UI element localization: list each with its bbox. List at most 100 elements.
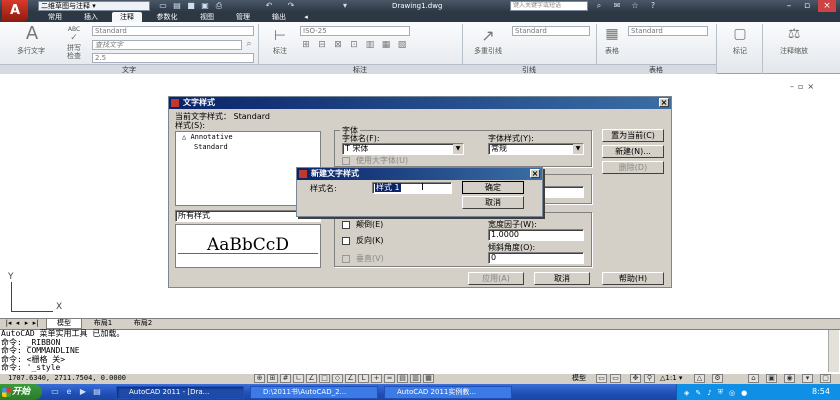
- dim-style-combo[interactable]: ISO-25: [300, 26, 410, 36]
- markup-icon[interactable]: ▢: [728, 26, 752, 42]
- osnap-icon[interactable]: □: [319, 374, 330, 383]
- subscription-icon[interactable]: ✉: [612, 1, 622, 11]
- new-style-cancel-button[interactable]: 取消: [462, 196, 524, 209]
- dim-quick-icon[interactable]: ⊟: [316, 40, 328, 50]
- grid-icon[interactable]: #: [280, 374, 291, 383]
- model-space-toggle[interactable]: 模型: [572, 374, 586, 383]
- layout-nav-arrows[interactable]: |◂ ◂ ▸ ▸|: [4, 319, 40, 328]
- ortho-icon[interactable]: ∟: [293, 374, 304, 383]
- quicklaunch-desktop-icon[interactable]: ▭: [50, 387, 60, 397]
- tray-app-icon[interactable]: ●: [741, 389, 747, 397]
- help-button[interactable]: 帮助(H): [602, 272, 664, 285]
- delete-style-button[interactable]: 删除(D): [602, 161, 664, 174]
- width-factor-input[interactable]: 1.0000: [488, 229, 584, 241]
- markup-button[interactable]: 标记: [722, 46, 758, 56]
- lineweight-icon[interactable]: ═: [384, 374, 395, 383]
- dialog-close-button[interactable]: ×: [659, 98, 669, 107]
- apply-button[interactable]: 应用(A): [468, 272, 524, 285]
- tab-layout1[interactable]: 布局1: [84, 319, 122, 329]
- sc-icon[interactable]: ▦: [423, 374, 434, 383]
- last-layout-icon[interactable]: ▸|: [31, 319, 40, 328]
- text-style-dialog-title[interactable]: 文字样式 ×: [169, 97, 671, 109]
- dim-inspect-icon[interactable]: ▥: [364, 40, 376, 50]
- minimize-button[interactable]: –: [782, 0, 796, 12]
- quick-access-more-icon[interactable]: ▾: [340, 1, 350, 11]
- hardware-acceleration-icon[interactable]: ▣: [766, 374, 777, 383]
- task-folder[interactable]: D:\2011书\AutoCAD_2...: [250, 386, 378, 399]
- ducs-icon[interactable]: L: [358, 374, 369, 383]
- dim-continue-icon[interactable]: ⊞: [300, 40, 312, 50]
- ribbon-minimize-icon[interactable]: ◂: [300, 12, 312, 22]
- tab-model[interactable]: 模型: [46, 319, 82, 329]
- dim-panel-label[interactable]: 标注: [258, 64, 462, 74]
- communication-icon[interactable]: ☆: [630, 1, 640, 11]
- set-current-button[interactable]: 置为当前(C): [602, 129, 664, 142]
- dropdown-arrow-icon[interactable]: ▼: [573, 144, 583, 154]
- new-style-close-button[interactable]: ×: [530, 169, 540, 178]
- style-item-annotative[interactable]: △ Annotative: [176, 132, 320, 142]
- annoscale-icon[interactable]: ⚖: [782, 26, 806, 42]
- annotation-scale-label[interactable]: △1:1 ▾: [660, 374, 682, 383]
- help-search-input[interactable]: 键入关键字或短语: [510, 1, 588, 11]
- tab-output[interactable]: 输出: [264, 12, 294, 22]
- dyn-icon[interactable]: +: [371, 374, 382, 383]
- dropdown-arrow-icon[interactable]: ▼: [453, 144, 463, 154]
- vertical-checkbox[interactable]: [342, 255, 350, 263]
- snap-icon[interactable]: ⊞: [267, 374, 278, 383]
- mleader-style-combo[interactable]: Standard: [512, 26, 590, 36]
- redo-icon[interactable]: ↷: [286, 1, 296, 11]
- application-menu-button[interactable]: A: [2, 0, 28, 22]
- text-height-combo[interactable]: 2.5: [92, 53, 254, 63]
- tab-home[interactable]: 常用: [40, 12, 70, 22]
- tray-sound-icon[interactable]: ♪: [707, 389, 711, 397]
- table-style-combo[interactable]: Standard: [628, 26, 708, 36]
- tab-insert[interactable]: 插入: [76, 12, 106, 22]
- next-layout-icon[interactable]: ▸: [22, 319, 31, 328]
- transparency-icon[interactable]: ▤: [397, 374, 408, 383]
- mtext-icon[interactable]: A: [22, 24, 42, 44]
- clean-screen-icon[interactable]: ▢: [820, 374, 831, 383]
- close-button[interactable]: ×: [818, 0, 836, 12]
- maximize-button[interactable]: ▫: [800, 0, 814, 12]
- first-layout-icon[interactable]: |◂: [4, 319, 13, 328]
- mtext-button[interactable]: 多行文字: [6, 46, 56, 56]
- tray-security-icon[interactable]: ⛨: [718, 388, 723, 397]
- lock-icon[interactable]: ⌂: [748, 374, 759, 383]
- find-text-input[interactable]: 查找文字: [92, 40, 242, 50]
- tab-layout2[interactable]: 布局2: [124, 319, 162, 329]
- quick-view-layouts-icon[interactable]: ▭: [596, 374, 607, 383]
- dim-jog-icon[interactable]: ▦: [380, 40, 392, 50]
- new-style-ok-button[interactable]: 确定: [462, 181, 524, 194]
- annotation-visibility-icon[interactable]: ⚲: [644, 374, 655, 383]
- pan-icon[interactable]: ✥: [630, 374, 641, 383]
- table-panel-label[interactable]: 表格: [596, 64, 716, 74]
- workspace-switch-icon[interactable]: ⚙: [712, 374, 723, 383]
- multileader-icon[interactable]: ↗: [476, 26, 500, 45]
- help-icon[interactable]: ?: [648, 1, 658, 11]
- command-scrollbar[interactable]: [828, 330, 839, 372]
- dim-adjust-icon[interactable]: ⊡: [348, 40, 360, 50]
- text-panel-label[interactable]: 文字: [0, 64, 258, 74]
- search-icon[interactable]: ⌕: [594, 1, 604, 11]
- 3d-osnap-icon[interactable]: ◇: [332, 374, 343, 383]
- spell-check-button[interactable]: 拼写 检查: [62, 44, 86, 60]
- coordinate-readout[interactable]: 1707.6340, 2711.7504, 0.0000: [8, 374, 126, 383]
- big-font-checkbox[interactable]: [342, 157, 350, 165]
- multileader-button[interactable]: 多重引线: [464, 46, 512, 56]
- new-style-button[interactable]: 新建(N)...: [602, 145, 664, 158]
- quicklaunch-explorer-icon[interactable]: ▤: [92, 387, 102, 397]
- dimension-button[interactable]: 标注: [264, 46, 296, 56]
- oblique-input[interactable]: 0: [488, 252, 584, 264]
- annotation-scale-icon[interactable]: △: [694, 374, 705, 383]
- tab-manage[interactable]: 管理: [228, 12, 258, 22]
- font-name-select[interactable]: T 宋体 ▼: [342, 143, 464, 155]
- cancel-button[interactable]: 取消: [534, 272, 590, 285]
- table-button[interactable]: 表格: [598, 46, 626, 56]
- upside-down-checkbox[interactable]: [342, 221, 350, 229]
- backwards-checkbox[interactable]: [342, 237, 350, 245]
- isolate-objects-icon[interactable]: ◉: [784, 374, 795, 383]
- quick-view-drawings-icon[interactable]: ▭: [610, 374, 621, 383]
- style-item-standard[interactable]: Standard: [176, 142, 320, 152]
- task-autocad[interactable]: AutoCAD 2011 - [Dra...: [116, 386, 244, 399]
- workspace-switcher[interactable]: 二维草图与注释 ▾: [38, 1, 150, 11]
